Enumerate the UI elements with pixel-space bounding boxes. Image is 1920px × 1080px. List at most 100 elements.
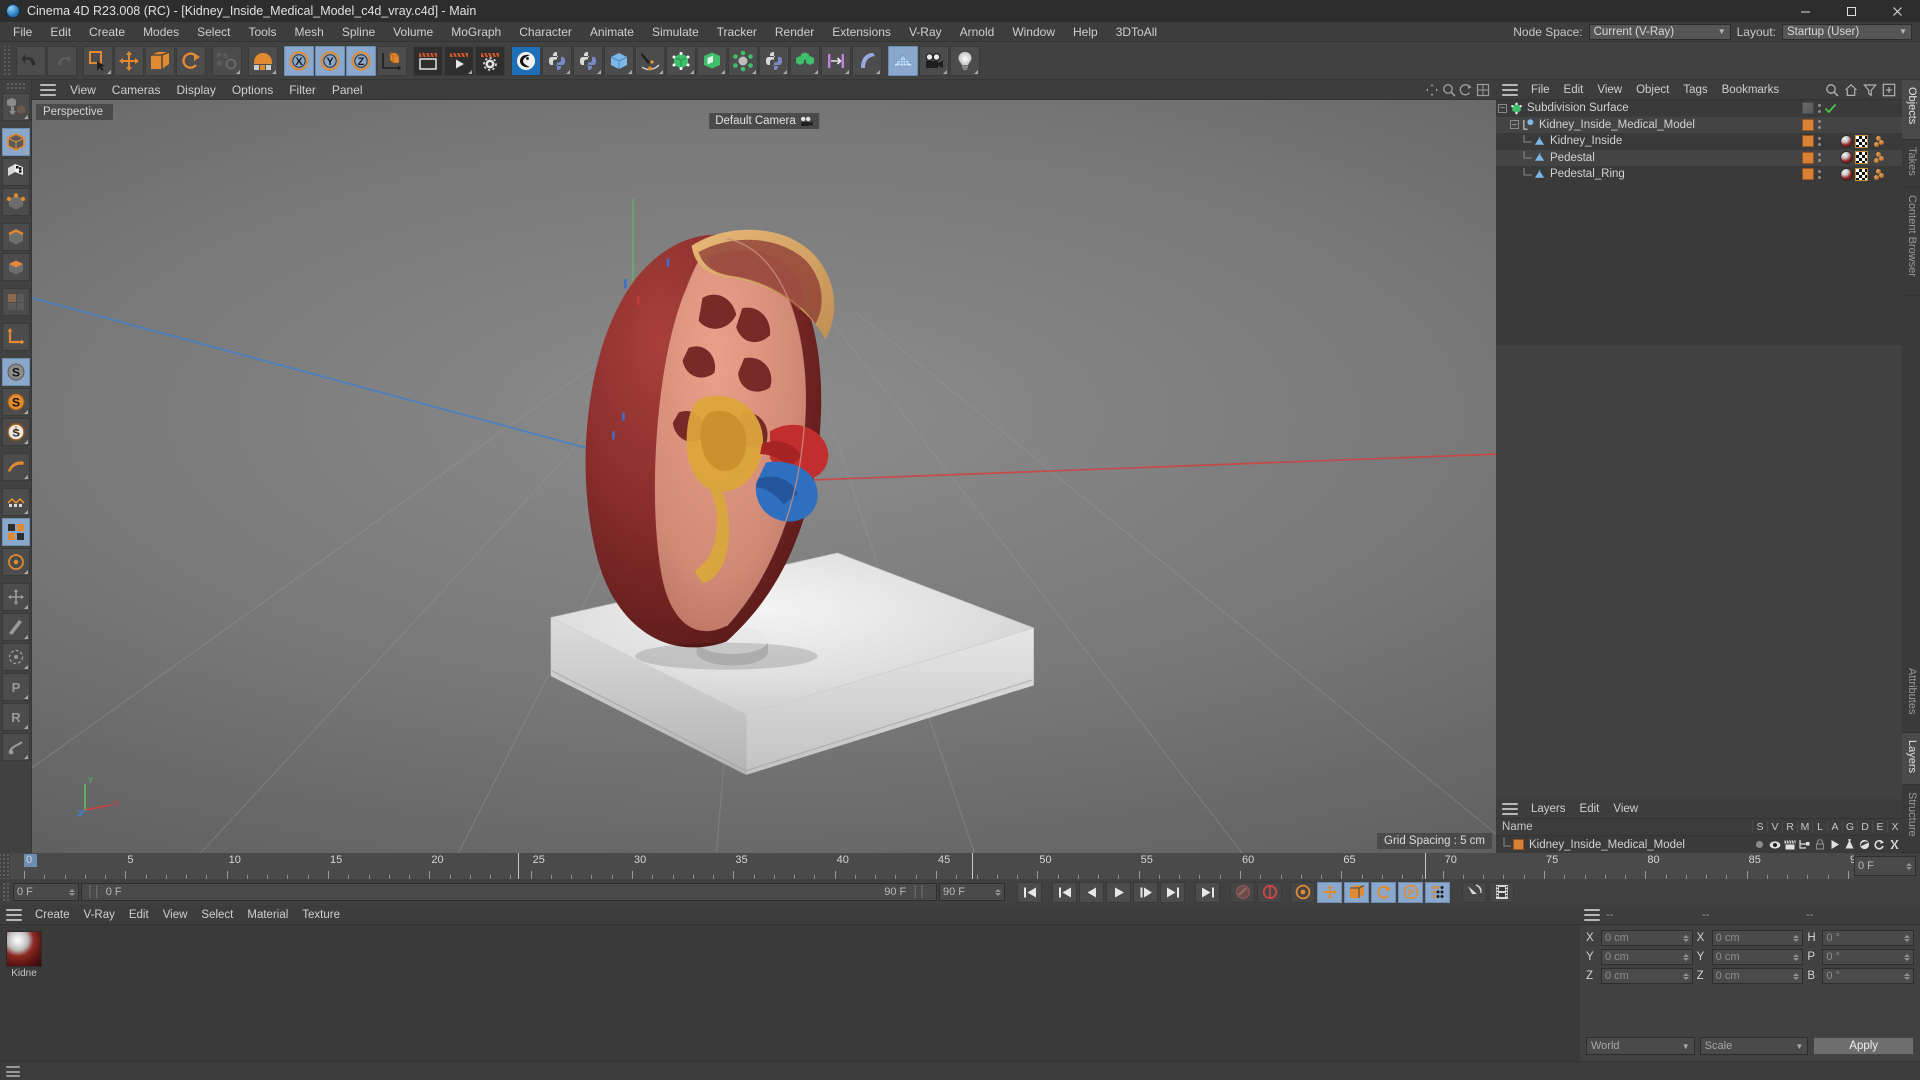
render-region-button[interactable] xyxy=(1,548,30,576)
menu-select[interactable]: Select xyxy=(188,22,239,42)
viewport-menu-cameras[interactable]: Cameras xyxy=(104,80,169,100)
objmgr-menu-tags[interactable]: Tags xyxy=(1676,80,1714,100)
timeline-frame-field[interactable]: 0 F xyxy=(1854,856,1916,876)
node-space-select[interactable]: Current (V-Ray) ▼ xyxy=(1588,23,1731,40)
object-color-chip[interactable] xyxy=(1802,102,1814,115)
menu-create[interactable]: Create xyxy=(80,22,134,42)
layer-col-l[interactable]: L xyxy=(1812,821,1827,833)
layer-visible-toggle[interactable] xyxy=(1767,839,1782,850)
layer-solo-toggle[interactable] xyxy=(1752,839,1767,850)
rotate-tool-button[interactable] xyxy=(176,45,206,76)
enabled-check-icon[interactable] xyxy=(1824,102,1837,115)
object-color-chip[interactable] xyxy=(1802,151,1814,164)
quantize-snap-button[interactable]: S xyxy=(1,418,30,446)
keyframe-pla-button[interactable] xyxy=(1425,881,1450,903)
left-toolbar-grip[interactable] xyxy=(5,82,26,91)
object-row-subdivision-surface[interactable]: – Subdivision Surface xyxy=(1496,100,1902,117)
matmgr-menu-material[interactable]: Material xyxy=(240,905,295,925)
menu-help[interactable]: Help xyxy=(1064,22,1107,42)
python-script-button[interactable] xyxy=(542,45,572,76)
spinner-icon[interactable] xyxy=(1793,972,1800,980)
render-view-button[interactable] xyxy=(413,45,443,76)
rotation-p-field[interactable]: 0 ° xyxy=(1822,949,1915,965)
workplane-lock-button[interactable] xyxy=(1,453,30,481)
layer-col-x[interactable]: X xyxy=(1887,821,1902,833)
layout-select[interactable]: Startup (User) ▼ xyxy=(1782,23,1912,40)
matmgr-menu-texture[interactable]: Texture xyxy=(295,905,347,925)
pan-viewport-icon[interactable] xyxy=(1425,83,1439,97)
menu-arnold[interactable]: Arnold xyxy=(951,22,1004,42)
menu-mesh[interactable]: Mesh xyxy=(285,22,332,42)
object-row-pedestal[interactable]: Pedestal xyxy=(1496,149,1902,166)
retopology-tool-button[interactable]: R xyxy=(1,703,30,731)
menu-edit[interactable]: Edit xyxy=(41,22,80,42)
timeline-grip[interactable] xyxy=(0,853,10,879)
material-tag-icon[interactable] xyxy=(1840,134,1853,148)
layer-expressions-toggle[interactable] xyxy=(1872,839,1887,850)
brush-tool-button[interactable] xyxy=(1,643,30,671)
tab-content-browser[interactable]: Content Browser xyxy=(1902,188,1920,296)
viewport-menu-display[interactable]: Display xyxy=(168,80,223,100)
lock-y-axis-button[interactable]: Y xyxy=(315,45,345,76)
subdivision-surface-button[interactable] xyxy=(666,45,696,76)
layer-col-d[interactable]: D xyxy=(1857,821,1872,833)
rotation-h-field[interactable]: 0 ° xyxy=(1822,930,1915,946)
layer-col-g[interactable]: G xyxy=(1842,821,1857,833)
spinner-icon[interactable] xyxy=(1793,953,1800,961)
object-color-chip[interactable] xyxy=(1802,168,1814,181)
spinner-icon[interactable] xyxy=(1682,934,1689,942)
move-tool-button[interactable] xyxy=(114,45,144,76)
object-manager-tree[interactable]: – Subdivision Surface – Kidney_Inside_Me… xyxy=(1496,100,1902,345)
layer-render-toggle[interactable] xyxy=(1782,839,1797,850)
menu-render[interactable]: Render xyxy=(766,22,823,42)
go-to-previous-keyframe-button[interactable] xyxy=(1052,881,1077,903)
spinner-icon[interactable] xyxy=(1904,953,1911,961)
workplane-button[interactable] xyxy=(248,45,278,76)
matmgr-menu-view[interactable]: View xyxy=(156,905,195,925)
objmgr-menu-object[interactable]: Object xyxy=(1629,80,1676,100)
transport-grip[interactable] xyxy=(2,882,11,902)
spinner-icon[interactable] xyxy=(1904,934,1911,942)
layer-col-s[interactable]: S xyxy=(1752,821,1767,833)
step-forward-button[interactable] xyxy=(1133,881,1158,903)
matmgr-menu-create[interactable]: Create xyxy=(28,905,77,925)
uvw-tag-icon[interactable] xyxy=(1855,134,1868,148)
phong-tag-icon[interactable] xyxy=(1870,168,1884,181)
go-to-end-button[interactable] xyxy=(1195,881,1220,903)
layer-animation-toggle[interactable] xyxy=(1827,839,1842,850)
tab-objects[interactable]: Objects xyxy=(1902,80,1920,140)
layer-xref-toggle[interactable] xyxy=(1887,839,1902,850)
search-icon[interactable] xyxy=(1825,83,1839,97)
viewport-menu-options[interactable]: Options xyxy=(224,80,281,100)
menu-file[interactable]: File xyxy=(4,22,41,42)
visibility-dots[interactable] xyxy=(1817,153,1821,163)
position-x-field[interactable]: 0 cm xyxy=(1601,930,1693,946)
psr-reset-button[interactable]: P S R xyxy=(212,45,242,76)
object-color-chip[interactable] xyxy=(1802,118,1814,131)
spinner-icon[interactable] xyxy=(995,888,1001,896)
visibility-dots[interactable] xyxy=(1817,103,1821,113)
rotate-viewport-icon[interactable] xyxy=(1459,83,1473,97)
material-manager-hamburger-icon[interactable] xyxy=(6,908,22,921)
filter-icon[interactable] xyxy=(1863,83,1877,97)
toolbar-grip[interactable] xyxy=(2,45,11,76)
menu-tools[interactable]: Tools xyxy=(239,22,285,42)
objmgr-menu-edit[interactable]: Edit xyxy=(1557,80,1591,100)
tab-attributes[interactable]: Attributes xyxy=(1902,661,1920,733)
matmgr-menu-vray[interactable]: V-Ray xyxy=(77,905,122,925)
spinner-icon[interactable] xyxy=(1793,934,1800,942)
menu-spline[interactable]: Spline xyxy=(333,22,384,42)
layer-col-v[interactable]: V xyxy=(1767,821,1782,833)
record-active-objects-button[interactable] xyxy=(1230,881,1255,903)
make-editable-button[interactable] xyxy=(1,93,30,121)
extrude-generator-button[interactable] xyxy=(697,45,727,76)
bend-deformer-button[interactable] xyxy=(852,45,882,76)
viewport-solo-button[interactable] xyxy=(1,518,30,546)
apply-button[interactable]: Apply xyxy=(1813,1037,1915,1055)
camera-object-button[interactable] xyxy=(919,45,949,76)
material-preview-thumbnail[interactable] xyxy=(6,931,42,967)
edges-mode-button[interactable] xyxy=(1,223,30,251)
measure-construct-button[interactable] xyxy=(1,488,30,516)
expand-toggle[interactable]: – xyxy=(1498,103,1507,113)
vray-button[interactable] xyxy=(511,45,541,76)
